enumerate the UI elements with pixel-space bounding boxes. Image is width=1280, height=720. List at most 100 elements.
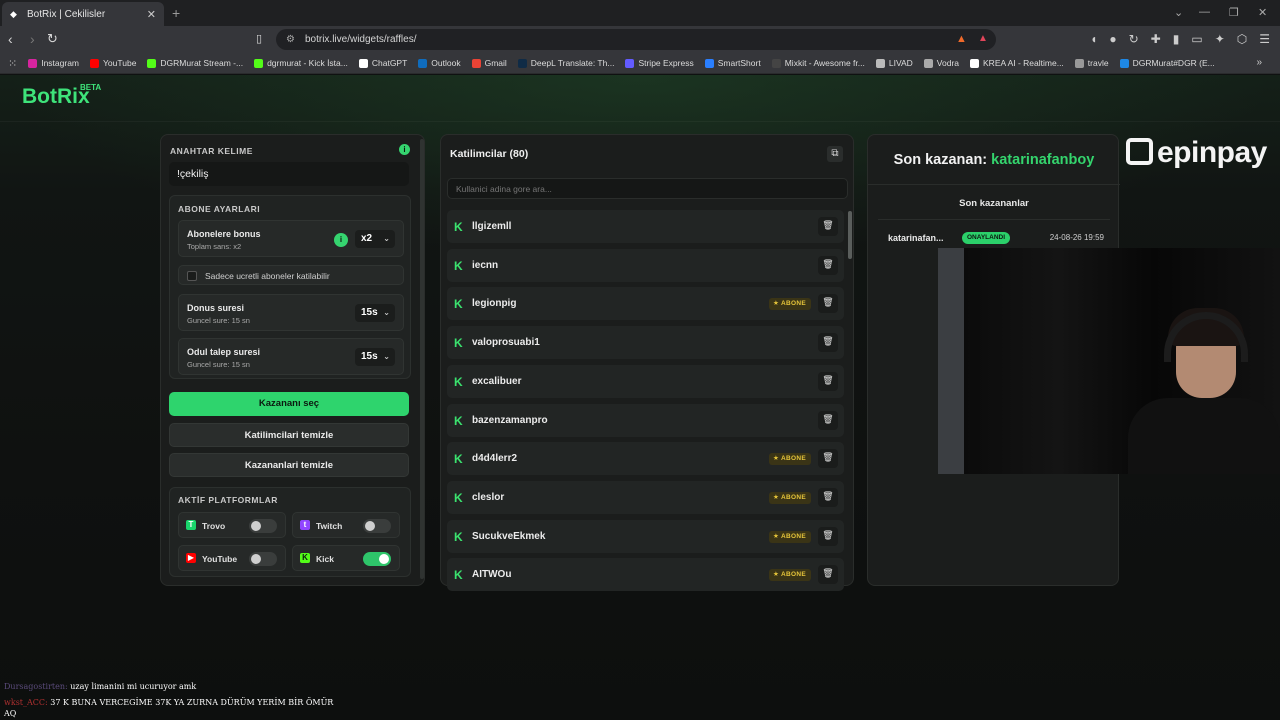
close-window-icon[interactable]: ✕ [1258, 6, 1267, 19]
close-tab-icon[interactable]: ✕ [147, 8, 156, 21]
subscriber-badge: ★ ABONE [769, 491, 811, 504]
claim-time-title: Odul talep suresi [187, 347, 261, 357]
bookmark-page-icon[interactable]: ▯ [256, 32, 262, 46]
keyword-input[interactable]: !çekiliş [169, 162, 409, 186]
forward-icon[interactable]: › [30, 32, 35, 46]
copy-icon[interactable]: ⧉ [827, 146, 843, 162]
delete-participant-icon[interactable]: 🗑 [818, 255, 838, 275]
bonus-time-row: Donus suresi Guncel sure: 15 sn 15s ⌄ [178, 294, 404, 331]
bookmark-item[interactable]: ChatGPT [358, 58, 407, 68]
participant-name: cleslor [472, 491, 505, 503]
kick-icon: K [454, 452, 463, 467]
bookmark-item[interactable]: SmartShort [704, 58, 761, 68]
subscriber-bonus-row: Abonelere bonus Toplam sans: x2 i x2 ⌄ [178, 220, 404, 257]
tab-search-icon[interactable]: ⌄ [1174, 6, 1183, 19]
bookmark-item[interactable]: DeepL Translate: Th... [517, 58, 614, 68]
bonus-select[interactable]: x2 ⌄ [355, 230, 395, 248]
webcam-overlay [938, 248, 1280, 474]
chat-text: uzay limanini mi ucuruyor amk [70, 682, 197, 691]
kick-icon: K [454, 413, 463, 428]
clear-participants-button[interactable]: Katilimcilari temizle [169, 423, 409, 447]
star-icon: ★ [773, 493, 782, 501]
delete-participant-icon[interactable]: 🗑 [818, 487, 838, 507]
bonus-info-icon[interactable]: i [334, 233, 348, 247]
subscriber-badge: ★ ABONE [769, 530, 811, 543]
active-platforms: AKTİF PLATFORMLAR T Trovo t Twitch ▶ YouTube K… [169, 487, 411, 577]
participant-row: Kcleslor ★ ABONE 🗑 [447, 480, 844, 514]
sidebar-icon[interactable]: ▮ [1173, 32, 1180, 46]
brave-shield-icon[interactable]: ▲ [956, 32, 967, 46]
delete-participant-icon[interactable]: 🗑 [818, 217, 838, 236]
bookmark-item[interactable]: travle [1074, 58, 1109, 68]
browser-tab[interactable]: ◆ BotRix | Cekilisler ✕ [2, 2, 164, 26]
site-info-icon[interactable]: ⚙ [286, 34, 295, 45]
puzzle-icon[interactable]: ✚ [1151, 32, 1161, 46]
participant-name: SucukveEkmek [472, 530, 546, 542]
paid-only-row[interactable]: Sadece ucretli aboneler katilabilir [178, 265, 404, 285]
vpn-icon[interactable]: ⬡ [1237, 32, 1247, 46]
botrix-logo[interactable]: BotRix BETA [22, 83, 101, 109]
settings-scrollbar[interactable] [420, 139, 424, 579]
winner-date: 24-08-26 19:59 [1049, 233, 1104, 242]
star-icon: ★ [773, 300, 782, 308]
bookmark-item[interactable]: Outlook [418, 58, 461, 68]
info-icon[interactable]: i [399, 144, 410, 155]
delete-participant-icon[interactable]: 🗑 [818, 449, 838, 469]
paid-only-checkbox[interactable] [187, 271, 197, 281]
participant-name: llgizemll [472, 221, 512, 232]
platform-label: YouTube [202, 554, 238, 564]
bookmark-item[interactable]: Stripe Express [625, 58, 694, 68]
twitch-toggle[interactable] [363, 519, 391, 533]
kick-toggle[interactable] [363, 552, 391, 566]
delete-participant-icon[interactable]: 🗑 [818, 371, 838, 391]
bookmark-item[interactable]: dgrmurat - Kick İsta... [254, 58, 348, 68]
more-bookmarks-icon[interactable]: » [1256, 57, 1262, 68]
youtube-toggle[interactable] [249, 552, 277, 566]
extension-icon[interactable]: ↻ [1129, 32, 1139, 46]
last-winner-heading: Son kazanan: katarinafanboy [868, 152, 1120, 168]
bookmark-item[interactable]: YouTube [90, 58, 136, 68]
back-icon[interactable]: ‹ [8, 32, 13, 46]
bookmark-item[interactable]: Vodra [923, 58, 960, 68]
recent-winners-title: Son kazananlar [959, 198, 1029, 209]
chat-message: Dursagostirten: uzay limanini mi ucuruyo… [4, 682, 196, 691]
browser-toolbar: ‹ › ↻ ▯ ⚙ botrix.live/widgets/raffles/ ▲… [0, 26, 1280, 53]
delete-participant-icon[interactable]: 🗑 [818, 410, 838, 430]
delete-participant-icon[interactable]: 🗑 [818, 333, 838, 353]
bookmark-favicon-icon [254, 58, 264, 68]
bookmark-item[interactable]: DGRMurat Stream -... [147, 58, 243, 68]
bookmark-item[interactable]: Gmail [471, 58, 507, 68]
bookmark-item[interactable]: KREA AI - Realtime... [970, 58, 1064, 68]
maximize-icon[interactable]: ❐ [1229, 6, 1239, 19]
extension-icon[interactable]: ● [1109, 32, 1116, 46]
participant-search-input[interactable] [447, 178, 848, 199]
participants-scrollbar[interactable] [848, 211, 852, 259]
claim-time-select[interactable]: 15s ⌄ [355, 348, 395, 366]
apps-grid-icon[interactable]: ⁙ [8, 57, 17, 70]
audio-icon[interactable]: ◖ [1090, 32, 1097, 46]
bookmark-item[interactable]: Mixkit - Awesome fr... [771, 58, 865, 68]
delete-participant-icon[interactable]: 🗑 [818, 294, 838, 314]
minimize-icon[interactable]: — [1199, 6, 1210, 18]
bookmark-label: Vodra [936, 58, 960, 68]
bookmark-item[interactable]: DGRMurat#DGR (E... [1119, 58, 1215, 68]
bookmark-item[interactable]: Instagram [28, 58, 79, 68]
subscriber-badge-label: ABONE [781, 493, 806, 501]
bookmark-item[interactable]: LIVAD [875, 58, 913, 68]
address-bar[interactable]: ⚙ botrix.live/widgets/raffles/ [276, 29, 996, 50]
new-tab-icon[interactable]: + [172, 5, 180, 21]
leo-icon[interactable]: ✦ [1215, 32, 1225, 46]
winner-row: katarinafan... ONAYLANDI 24-08-26 19:59 [878, 231, 1112, 247]
reload-icon[interactable]: ↻ [47, 32, 58, 46]
toggle-knob [379, 554, 389, 564]
menu-icon[interactable]: ☰ [1259, 32, 1270, 46]
clear-winners-button[interactable]: Kazananlari temizle [169, 453, 409, 477]
brave-rewards-icon[interactable]: ▲ [978, 32, 988, 46]
wallet-icon[interactable]: ▭ [1191, 32, 1202, 46]
delete-participant-icon[interactable]: 🗑 [818, 526, 838, 546]
participant-row: Kllgizemll 🗑 [447, 210, 844, 243]
delete-participant-icon[interactable]: 🗑 [818, 565, 838, 585]
pick-winner-button[interactable]: Kazananı seç [169, 392, 409, 416]
bonus-time-select[interactable]: 15s ⌄ [355, 304, 395, 322]
trovo-toggle[interactable] [249, 519, 277, 533]
